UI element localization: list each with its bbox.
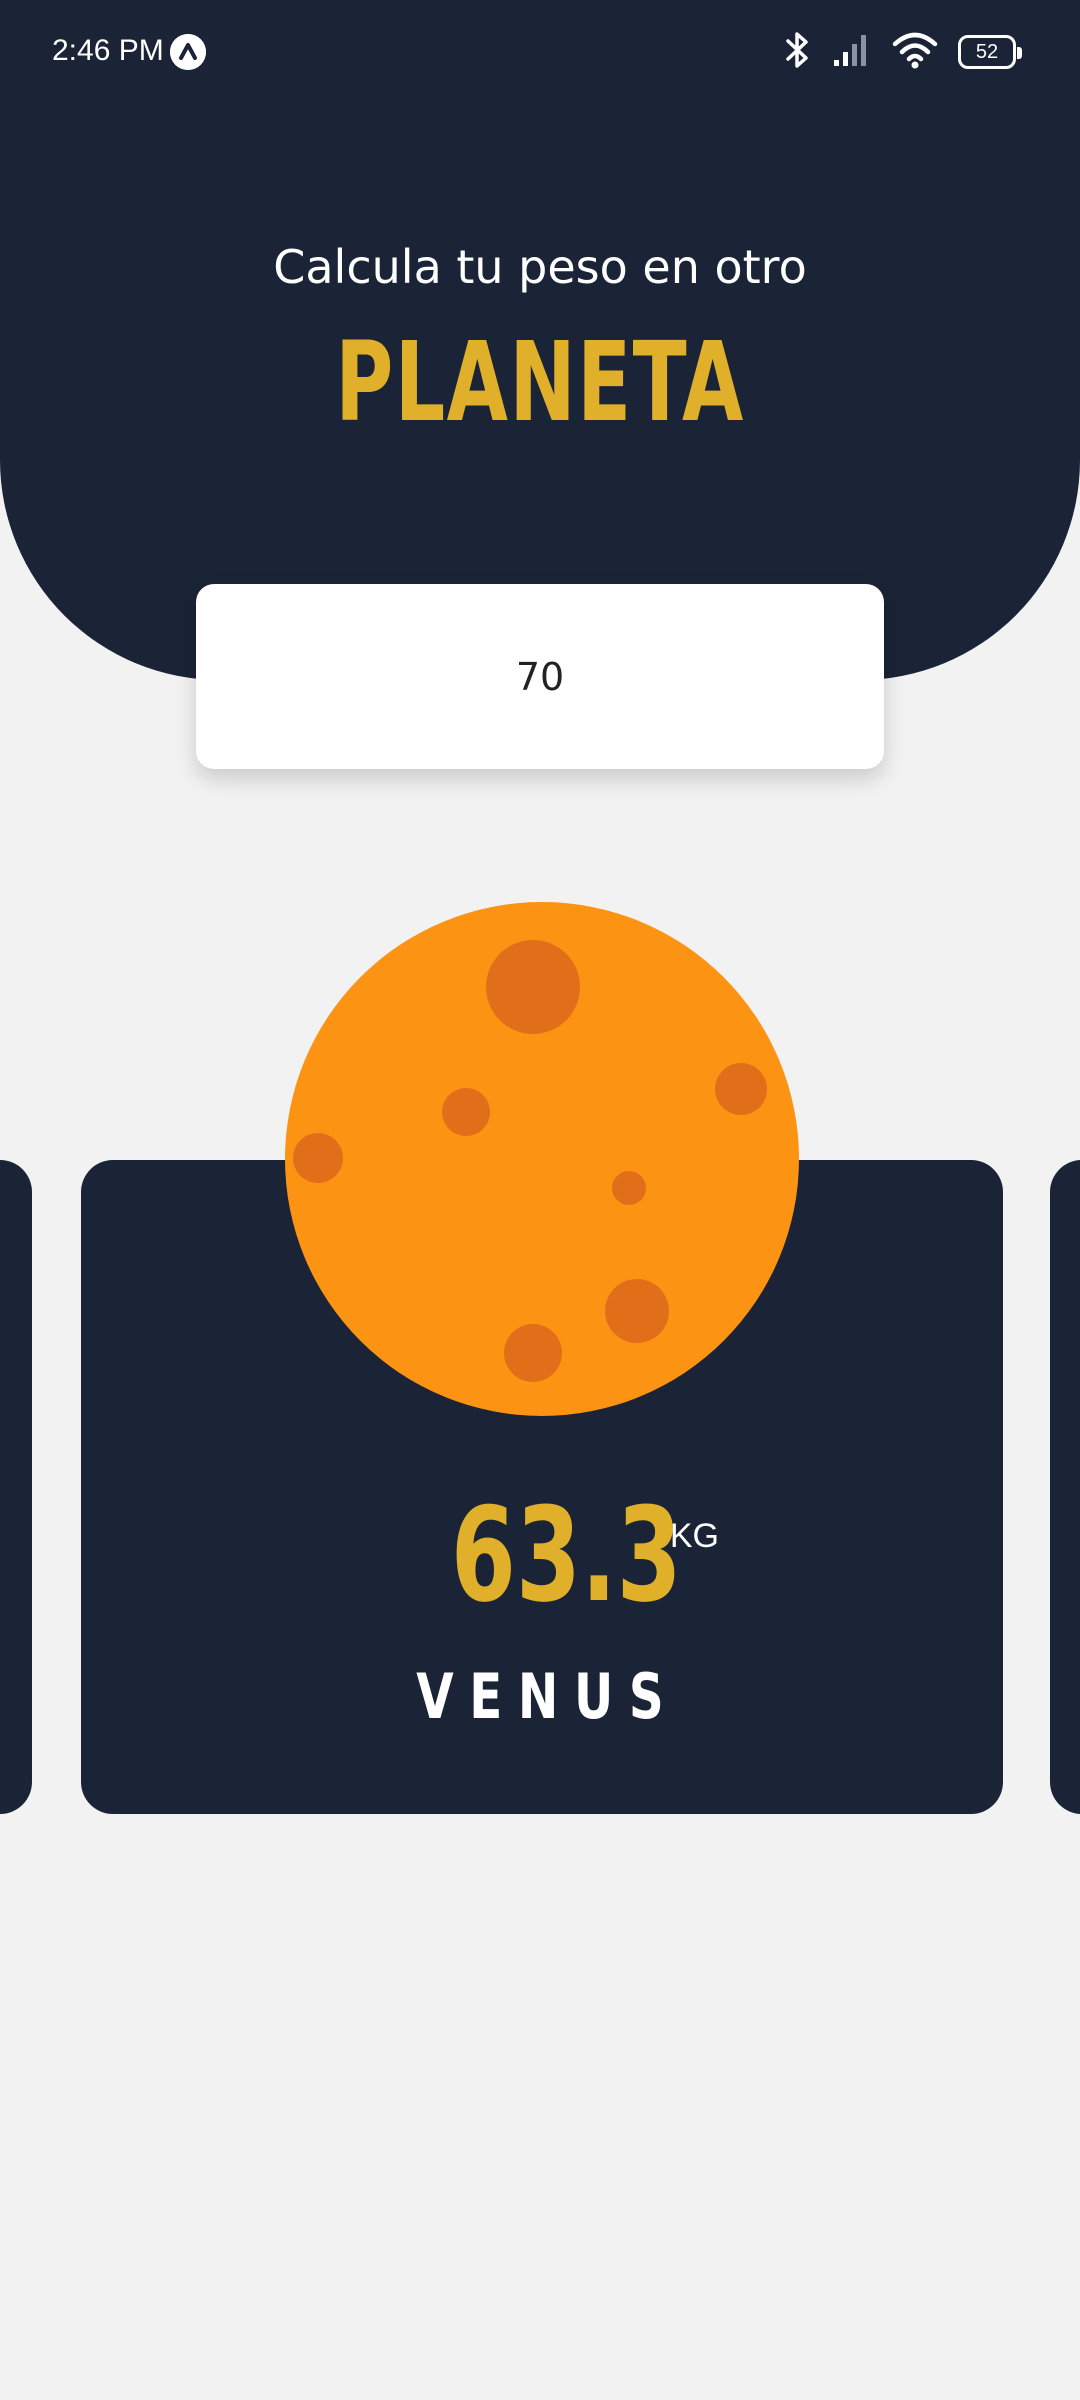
weight-value: 63.3 (450, 1479, 682, 1631)
signal-icon (832, 30, 872, 74)
battery-level: 52 (975, 40, 999, 63)
app-notification-icon (170, 34, 206, 70)
header-subtitle: Calcula tu peso en otro (273, 240, 807, 294)
wifi-icon (892, 30, 938, 74)
page-title: PLANETA (335, 318, 745, 446)
planet-name: VENUS (416, 1660, 680, 1733)
weight-result: 63.3 KG (0, 1470, 1080, 1620)
app-screen: 2:46 PM 52 Calcula tu peso en otro PLANE… (0, 0, 1080, 2400)
weight-input[interactable] (196, 584, 884, 769)
status-icons: 52 (782, 30, 1022, 74)
bluetooth-icon (782, 30, 812, 74)
venus-planet-illustration (285, 902, 799, 1416)
status-bar: 2:46 PM 52 (0, 0, 1080, 105)
battery-icon: 52 (958, 35, 1022, 69)
status-time: 2:46 PM (52, 34, 164, 67)
